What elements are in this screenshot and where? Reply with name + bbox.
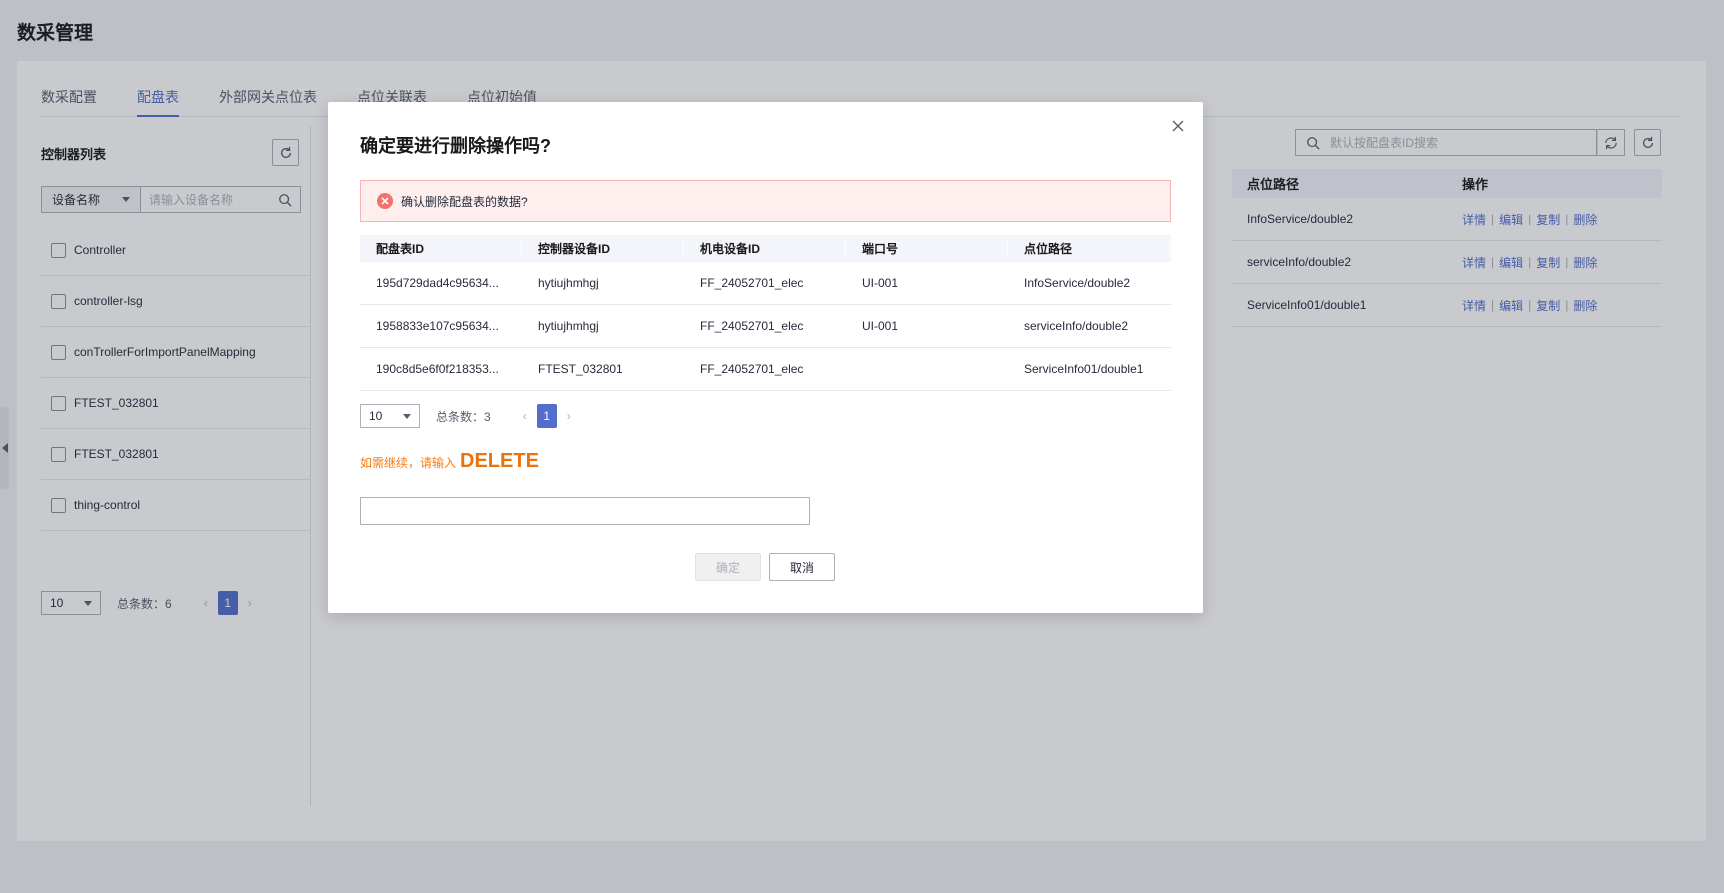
column-header: 控制器设备ID	[522, 240, 684, 257]
panel-id-cell: 190c8d5e6f0f218353...	[376, 362, 499, 376]
hint-keyword: DELETE	[460, 450, 539, 472]
point-path-cell: serviceInfo/double2	[1024, 319, 1129, 333]
page-size-value: 10	[369, 409, 383, 423]
page-number-current[interactable]: 1	[536, 404, 557, 428]
alert-message: 确认删除配盘表的数据?	[401, 194, 528, 209]
confirm-hint: 如需继续，请输入 DELETE	[360, 450, 539, 473]
chevron-left-icon[interactable]: ‹	[523, 409, 527, 423]
delete-confirm-input[interactable]	[360, 497, 810, 525]
panel-id-cell: 195d729dad4c95634...	[376, 276, 499, 290]
port-cell: UI-001	[862, 319, 899, 333]
hint-text: 如需继续，请输入	[360, 456, 457, 470]
column-header: 端口号	[846, 240, 1008, 257]
device-id-cell: FF_24052701_elec	[700, 362, 804, 376]
chevron-down-icon	[403, 413, 411, 419]
point-path-cell: InfoService/double2	[1024, 276, 1131, 290]
port-cell: UI-001	[862, 276, 899, 290]
error-icon	[377, 193, 393, 209]
table-row: 1958833e107c95634... hytiujhmhgj FF_2405…	[360, 305, 1171, 348]
column-header: 机电设备ID	[684, 240, 846, 257]
table-header: 配盘表ID 控制器设备ID 机电设备ID 端口号 点位路径	[360, 235, 1171, 262]
page-size-select[interactable]: 10	[360, 404, 420, 428]
point-path-cell: ServiceInfo01/double1	[1024, 362, 1144, 376]
delete-items-table: 配盘表ID 控制器设备ID 机电设备ID 端口号 点位路径 195d729dad…	[360, 235, 1171, 391]
controller-id-cell: hytiujhmhgj	[538, 276, 599, 290]
panel-id-cell: 1958833e107c95634...	[376, 319, 499, 333]
controller-id-cell: hytiujhmhgj	[538, 319, 599, 333]
close-button[interactable]	[1170, 118, 1186, 134]
device-id-cell: FF_24052701_elec	[700, 276, 804, 290]
error-alert: 确认删除配盘表的数据?	[360, 180, 1171, 222]
dialog-actions: 确定 取消	[695, 553, 835, 581]
total-count: 总条数：3	[436, 409, 491, 424]
controller-id-cell: FTEST_032801	[538, 362, 623, 376]
chevron-right-icon[interactable]: ›	[567, 409, 571, 423]
table-row: 195d729dad4c95634... hytiujhmhgj FF_2405…	[360, 262, 1171, 305]
delete-confirm-dialog: 确定要进行删除操作吗? 确认删除配盘表的数据? 配盘表ID 控制器设备ID 机电…	[328, 102, 1203, 613]
close-icon	[1172, 120, 1184, 132]
column-header: 点位路径	[1008, 240, 1170, 257]
device-id-cell: FF_24052701_elec	[700, 319, 804, 333]
column-header: 配盘表ID	[360, 240, 522, 257]
table-row: 190c8d5e6f0f218353... FTEST_032801 FF_24…	[360, 348, 1171, 391]
confirm-button[interactable]: 确定	[695, 553, 761, 581]
dialog-title: 确定要进行删除操作吗?	[360, 136, 551, 156]
dialog-pager: 10 总条数：3 ‹ 1 ›	[360, 404, 571, 428]
cancel-button[interactable]: 取消	[769, 553, 835, 581]
